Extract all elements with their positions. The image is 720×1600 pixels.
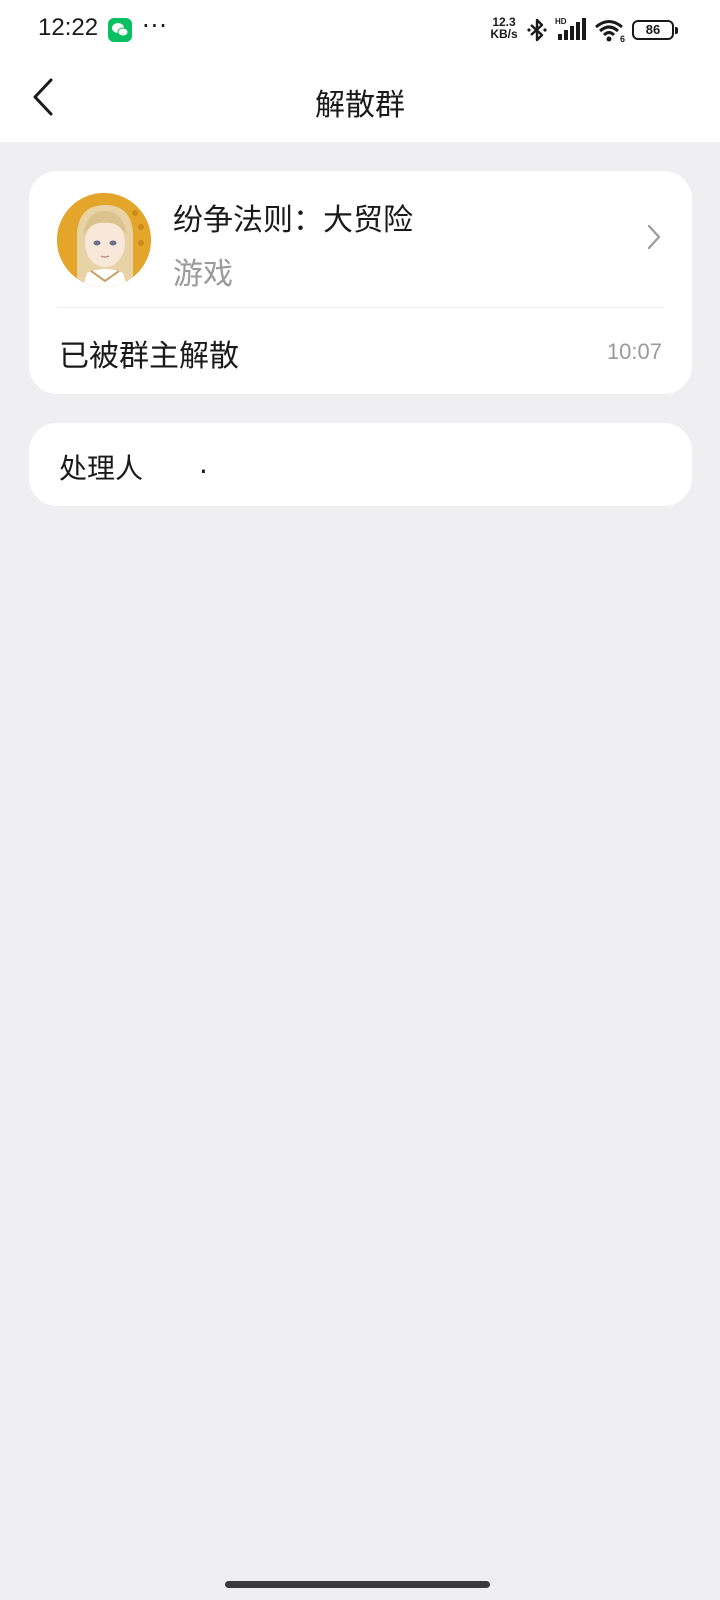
bluetooth-icon	[526, 18, 548, 46]
handler-value[interactable]: .	[199, 447, 208, 480]
network-speed: 12.3 KB/s	[486, 16, 522, 40]
nav-bar: 解散群	[0, 60, 720, 142]
page-title: 解散群	[315, 88, 405, 123]
chevron-right-icon[interactable]	[646, 223, 662, 255]
wifi-icon: 6	[594, 18, 628, 48]
handler-card: 处理人 .	[29, 423, 692, 506]
wechat-icon	[108, 18, 132, 42]
more-notifications-icon: ···	[142, 12, 168, 40]
group-category: 游戏	[173, 257, 233, 292]
signal-hd-label: HD	[555, 17, 567, 26]
battery-icon: 86	[632, 20, 678, 40]
status-bar: 12:22 ··· 12.3 KB/s HD 6 86	[0, 0, 720, 60]
wifi-6-label: 6	[620, 34, 625, 44]
status-time: 12:22	[38, 14, 99, 41]
handler-label: 处理人	[59, 452, 144, 485]
dissolve-time: 10:07	[606, 339, 662, 364]
signal-icon: HD	[554, 16, 588, 46]
group-card: 纷争法则：大贸险 游戏 已被群主解散 10:07	[29, 171, 692, 394]
divider	[57, 307, 664, 308]
home-indicator[interactable]	[225, 1581, 490, 1588]
network-speed-unit: KB/s	[490, 27, 518, 41]
dissolve-status: 已被群主解散	[59, 339, 239, 374]
group-name[interactable]: 纷争法则：大贸险	[173, 195, 413, 239]
group-avatar[interactable]	[57, 193, 151, 287]
